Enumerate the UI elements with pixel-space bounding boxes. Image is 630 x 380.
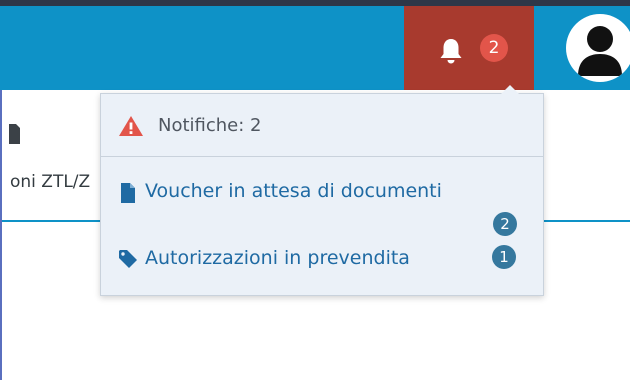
notification-item-label: Autorizzazioni in prevendita xyxy=(145,247,410,269)
background-partial-text: oni ZTL/Z xyxy=(10,172,91,192)
warning-icon xyxy=(118,115,144,141)
dropdown-header: Notifiche: 2 xyxy=(101,94,543,157)
document-icon xyxy=(9,124,20,148)
notifications-dropdown: Notifiche: 2 Voucher in attesa di docume… xyxy=(100,85,544,296)
content-left-border xyxy=(0,90,2,380)
notifications-button[interactable]: 2 xyxy=(404,6,534,90)
notification-item-count-badge: 1 xyxy=(492,245,516,269)
dropdown-caret xyxy=(501,85,519,94)
notification-item-voucher[interactable]: Voucher in attesa di documenti xyxy=(119,178,519,206)
top-navbar: 2 xyxy=(0,6,630,90)
notification-item-autorizzazioni[interactable]: Autorizzazioni in prevendita xyxy=(119,245,479,273)
notification-count-badge: 2 xyxy=(480,34,508,62)
notification-item-count-badge: 2 xyxy=(493,212,517,236)
file-icon xyxy=(119,183,137,208)
dropdown-title: Notifiche: 2 xyxy=(158,115,262,136)
tag-icon xyxy=(119,250,139,273)
notification-item-label: Voucher in attesa di documenti xyxy=(145,180,442,202)
user-avatar-icon[interactable] xyxy=(566,14,630,82)
bell-icon xyxy=(438,37,464,65)
